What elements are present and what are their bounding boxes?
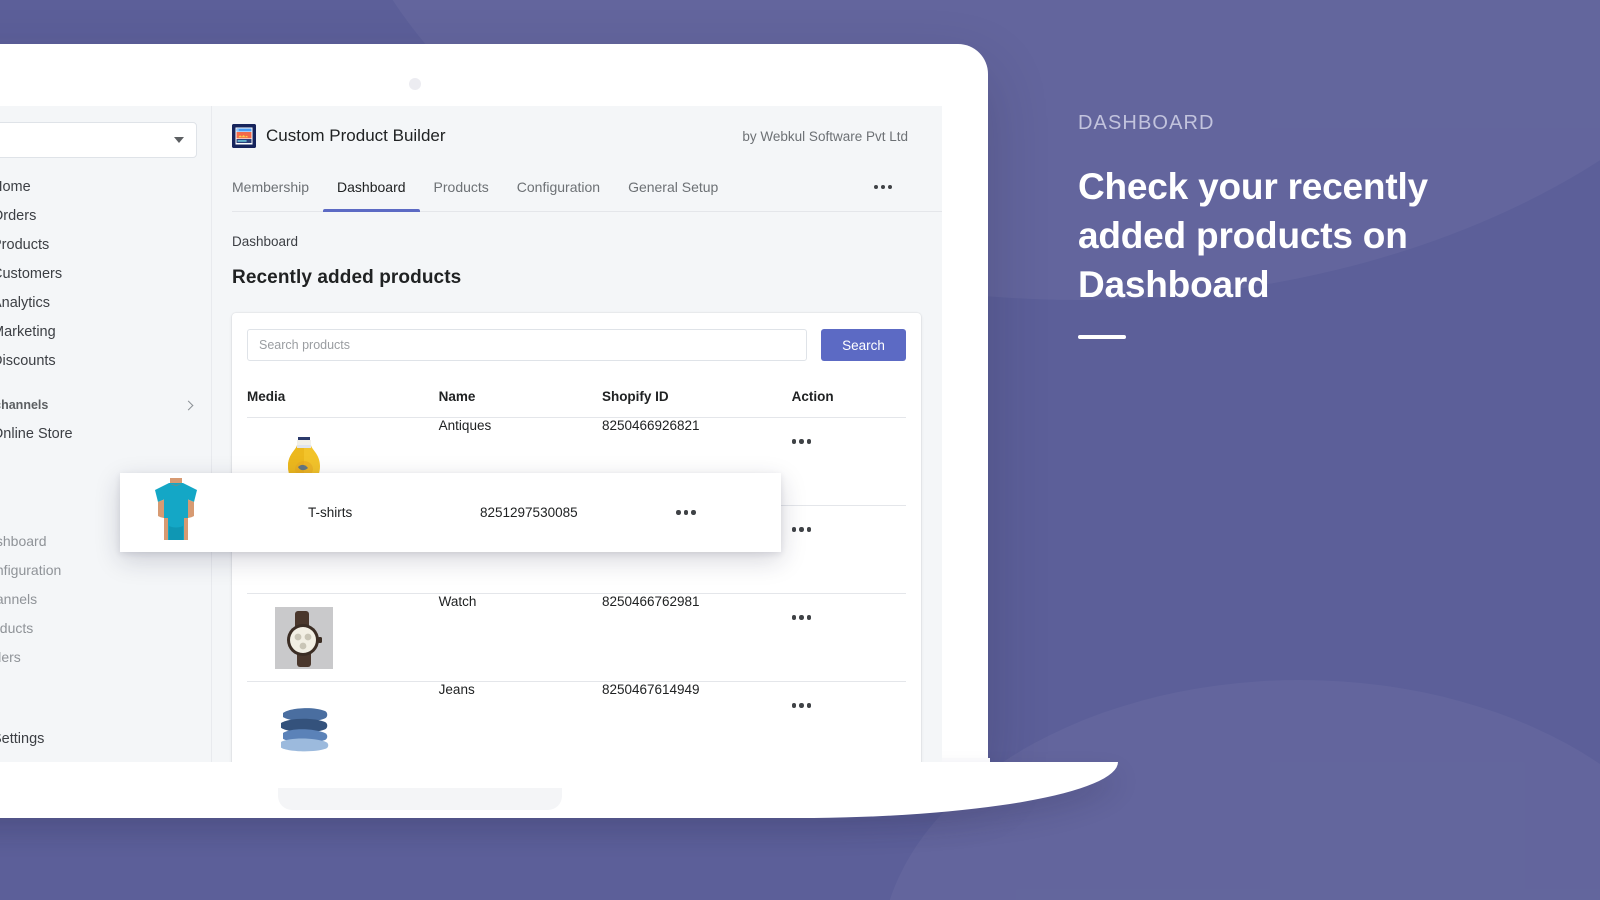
sidebar-item-marketing[interactable]: Marketing — [0, 317, 211, 346]
app-header: Custom Product Builder by Webkul Softwar… — [232, 110, 942, 162]
sidebar-subitem-products[interactable]: Products — [0, 613, 211, 642]
sidebar-item-analytics[interactable]: Analytics — [0, 288, 211, 317]
cell-action[interactable] — [791, 682, 906, 763]
jeans-thumbnail — [275, 695, 333, 757]
sidebar-subitem-channels[interactable]: Channels — [0, 584, 211, 613]
ellipsis-horizontal-icon[interactable] — [791, 703, 906, 708]
sidebar-item-customers[interactable]: Customers — [0, 259, 211, 288]
trackpad-notch — [278, 788, 562, 810]
cell-shopify-id: 8251297530085 — [480, 505, 578, 520]
chevron-right-icon — [183, 400, 194, 410]
sidebar-item-label: Customers — [0, 265, 63, 282]
cell-media — [247, 682, 439, 763]
promo-panel: DASHBOARD Check your recently added prod… — [1078, 112, 1518, 339]
tab-overflow-button[interactable] — [858, 162, 908, 211]
column-header-shopify-id: Shopify ID — [601, 379, 792, 418]
app-tab-bar: Membership Dashboard Products Configurat… — [232, 162, 942, 212]
sidebar-item-label: Products — [0, 236, 50, 253]
search-input[interactable] — [247, 329, 807, 361]
cell-action[interactable] — [791, 417, 906, 506]
cell-media — [120, 477, 308, 548]
column-header-media: Media — [247, 379, 439, 418]
tab-dashboard[interactable]: Dashboard — [323, 162, 420, 212]
sidebar-item-online-store[interactable]: Online Store — [0, 419, 211, 448]
table-header-row: Media Name Shopify ID Action — [247, 379, 906, 418]
table-row[interactable]: Jeans 8250467614949 — [247, 682, 906, 763]
store-switcher[interactable]: Store — [0, 122, 197, 158]
promo-underline-rule — [1078, 335, 1126, 339]
table-row[interactable]: Watch 8250466762981 — [247, 593, 906, 682]
sidebar-item-products[interactable]: Products — [0, 230, 211, 259]
app-byline: by Webkul Software Pvt Ltd — [742, 128, 908, 144]
sidebar-item-home[interactable]: Home — [0, 172, 211, 201]
ellipsis-horizontal-icon[interactable] — [791, 439, 906, 444]
search-row: Search — [247, 329, 906, 361]
webcam-icon — [409, 78, 421, 90]
cell-name: T-shirts — [308, 505, 353, 520]
promo-heading: Check your recently added products on Da… — [1078, 166, 1428, 305]
promo-eyebrow: DASHBOARD — [1078, 112, 1215, 134]
sidebar-item-label: Home — [0, 178, 31, 195]
tab-general-setup[interactable]: General Setup — [614, 162, 732, 211]
column-header-name: Name — [438, 379, 602, 418]
custom-product-builder-app-icon — [232, 124, 256, 148]
tab-configuration[interactable]: Configuration — [503, 162, 614, 211]
cell-action[interactable] — [791, 593, 906, 682]
page-title: Recently added products — [232, 267, 462, 288]
sidebar-subitem-orders[interactable]: Orders — [0, 642, 211, 671]
sidebar-item-label: Online Store — [0, 425, 73, 442]
app-title: Custom Product Builder — [266, 126, 446, 145]
ellipsis-horizontal-icon[interactable] — [791, 615, 906, 620]
products-table-head: Media Name Shopify ID Action — [247, 379, 906, 418]
sidebar-item-settings[interactable]: Settings — [0, 729, 211, 748]
sidebar-nav: Home Orders Products — [0, 172, 211, 375]
products-table: Media Name Shopify ID Action Antiques 82… — [247, 379, 906, 762]
tab-membership[interactable]: Membership — [232, 162, 323, 211]
sidebar-item-orders[interactable]: Orders — [0, 201, 211, 230]
browser-screen: Store Home Orders — [0, 106, 942, 762]
ellipsis-horizontal-icon[interactable] — [791, 527, 906, 532]
cell-shopify-id: 8250467614949 — [601, 682, 700, 697]
cell-shopify-id: 8250466762981 — [601, 593, 792, 682]
sidebar-section-sales-channels[interactable]: Sales channels — [0, 391, 211, 419]
watch-thumbnail — [275, 607, 333, 669]
embedded-app-frame: Custom Product Builder by Webkul Softwar… — [232, 110, 942, 762]
sidebar-item-discounts[interactable]: Discounts — [0, 346, 211, 375]
search-button[interactable]: Search — [821, 329, 906, 361]
products-table-body: Antiques 8250466926821 T-shirts — [247, 417, 906, 763]
store-switcher-label: Store — [0, 133, 174, 147]
sidebar-item-label: Orders — [0, 207, 37, 224]
sidebar-item-label: Marketing — [0, 323, 56, 340]
cell-name: Jeans — [438, 682, 475, 697]
tab-bar-spacer — [732, 162, 858, 211]
sidebar-subitem-configuration[interactable]: Configuration — [0, 555, 211, 584]
sidebar-section-label: Sales channels — [0, 398, 49, 412]
ellipsis-horizontal-icon[interactable] — [676, 510, 696, 515]
highlighted-product-row-tshirts[interactable]: T-shirts 8251297530085 — [120, 473, 781, 552]
chevron-down-icon — [174, 137, 184, 143]
sidebar-item-label: Analytics — [0, 294, 51, 311]
cell-action[interactable] — [791, 505, 906, 594]
breadcrumb: Dashboard — [232, 234, 299, 249]
slide-canvas: Store Home Orders — [0, 0, 1600, 900]
tab-products[interactable]: Products — [420, 162, 503, 211]
sidebar-item-label: Discounts — [0, 352, 56, 369]
shopify-admin-sidebar: Store Home Orders — [0, 106, 212, 762]
ellipsis-horizontal-icon — [872, 184, 894, 189]
cell-name: Watch — [438, 593, 602, 682]
cell-media — [247, 593, 439, 682]
tshirt-thumbnail — [147, 477, 205, 548]
column-header-action: Action — [791, 379, 906, 418]
sidebar-item-label: Settings — [0, 730, 45, 747]
